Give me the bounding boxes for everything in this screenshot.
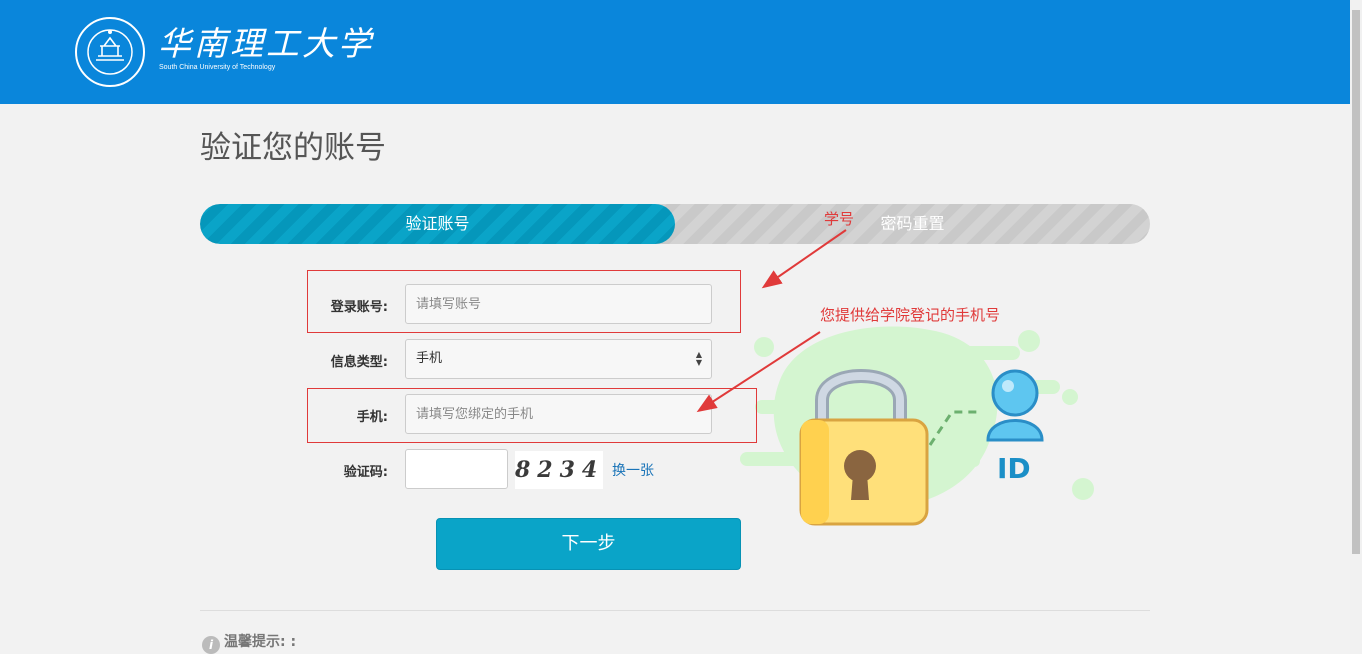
info-type-label: 信息类型: [330,355,388,370]
phone-label: 手机: [356,410,388,425]
page-scrollbar[interactable] [1350,0,1362,654]
account-label: 登录账号: [330,300,388,315]
annotation-student-id: 学号 [824,210,855,228]
university-name-logo: 华南理工大学 [158,24,374,63]
step-reset-password: 密码重置 [880,214,945,233]
captcha-label: 验证码: [343,465,388,480]
tip-section: i 温馨提示: : [202,631,296,654]
account-input[interactable] [405,284,712,324]
captcha-input[interactable] [405,449,508,489]
university-english-name: South China University of Technology [159,64,276,71]
step-verify-account: 验证账号 [200,204,675,244]
refresh-captcha-link[interactable]: 换一张 [612,460,654,480]
step-progress-bar: 验证账号 密码重置 [200,204,1150,244]
next-step-button[interactable]: 下一步 [436,518,741,570]
divider [200,610,1150,611]
university-seal-logo [74,16,146,88]
info-type-value: 手机 [416,351,443,366]
select-arrows-icon: ▲ ▼ [695,350,702,367]
site-header: 华南理工大学 South China University of Technol… [0,0,1350,104]
captcha-image[interactable]: 8234 [515,451,603,489]
scrollbar-thumb[interactable] [1352,10,1360,554]
page-title: 验证您的账号 [200,130,386,166]
background-blob [740,326,1094,508]
padlock-icon [799,369,929,526]
phone-input[interactable] [405,394,712,434]
info-icon: i [202,636,220,654]
id-badge-text: ID [997,452,1031,485]
user-avatar-icon [986,369,1044,442]
tip-label: 温馨提示: : [224,634,297,650]
info-type-select[interactable]: 手机 ▲ ▼ [405,339,712,379]
annotation-phone-note: 您提供给学院登记的手机号 [820,306,1001,324]
